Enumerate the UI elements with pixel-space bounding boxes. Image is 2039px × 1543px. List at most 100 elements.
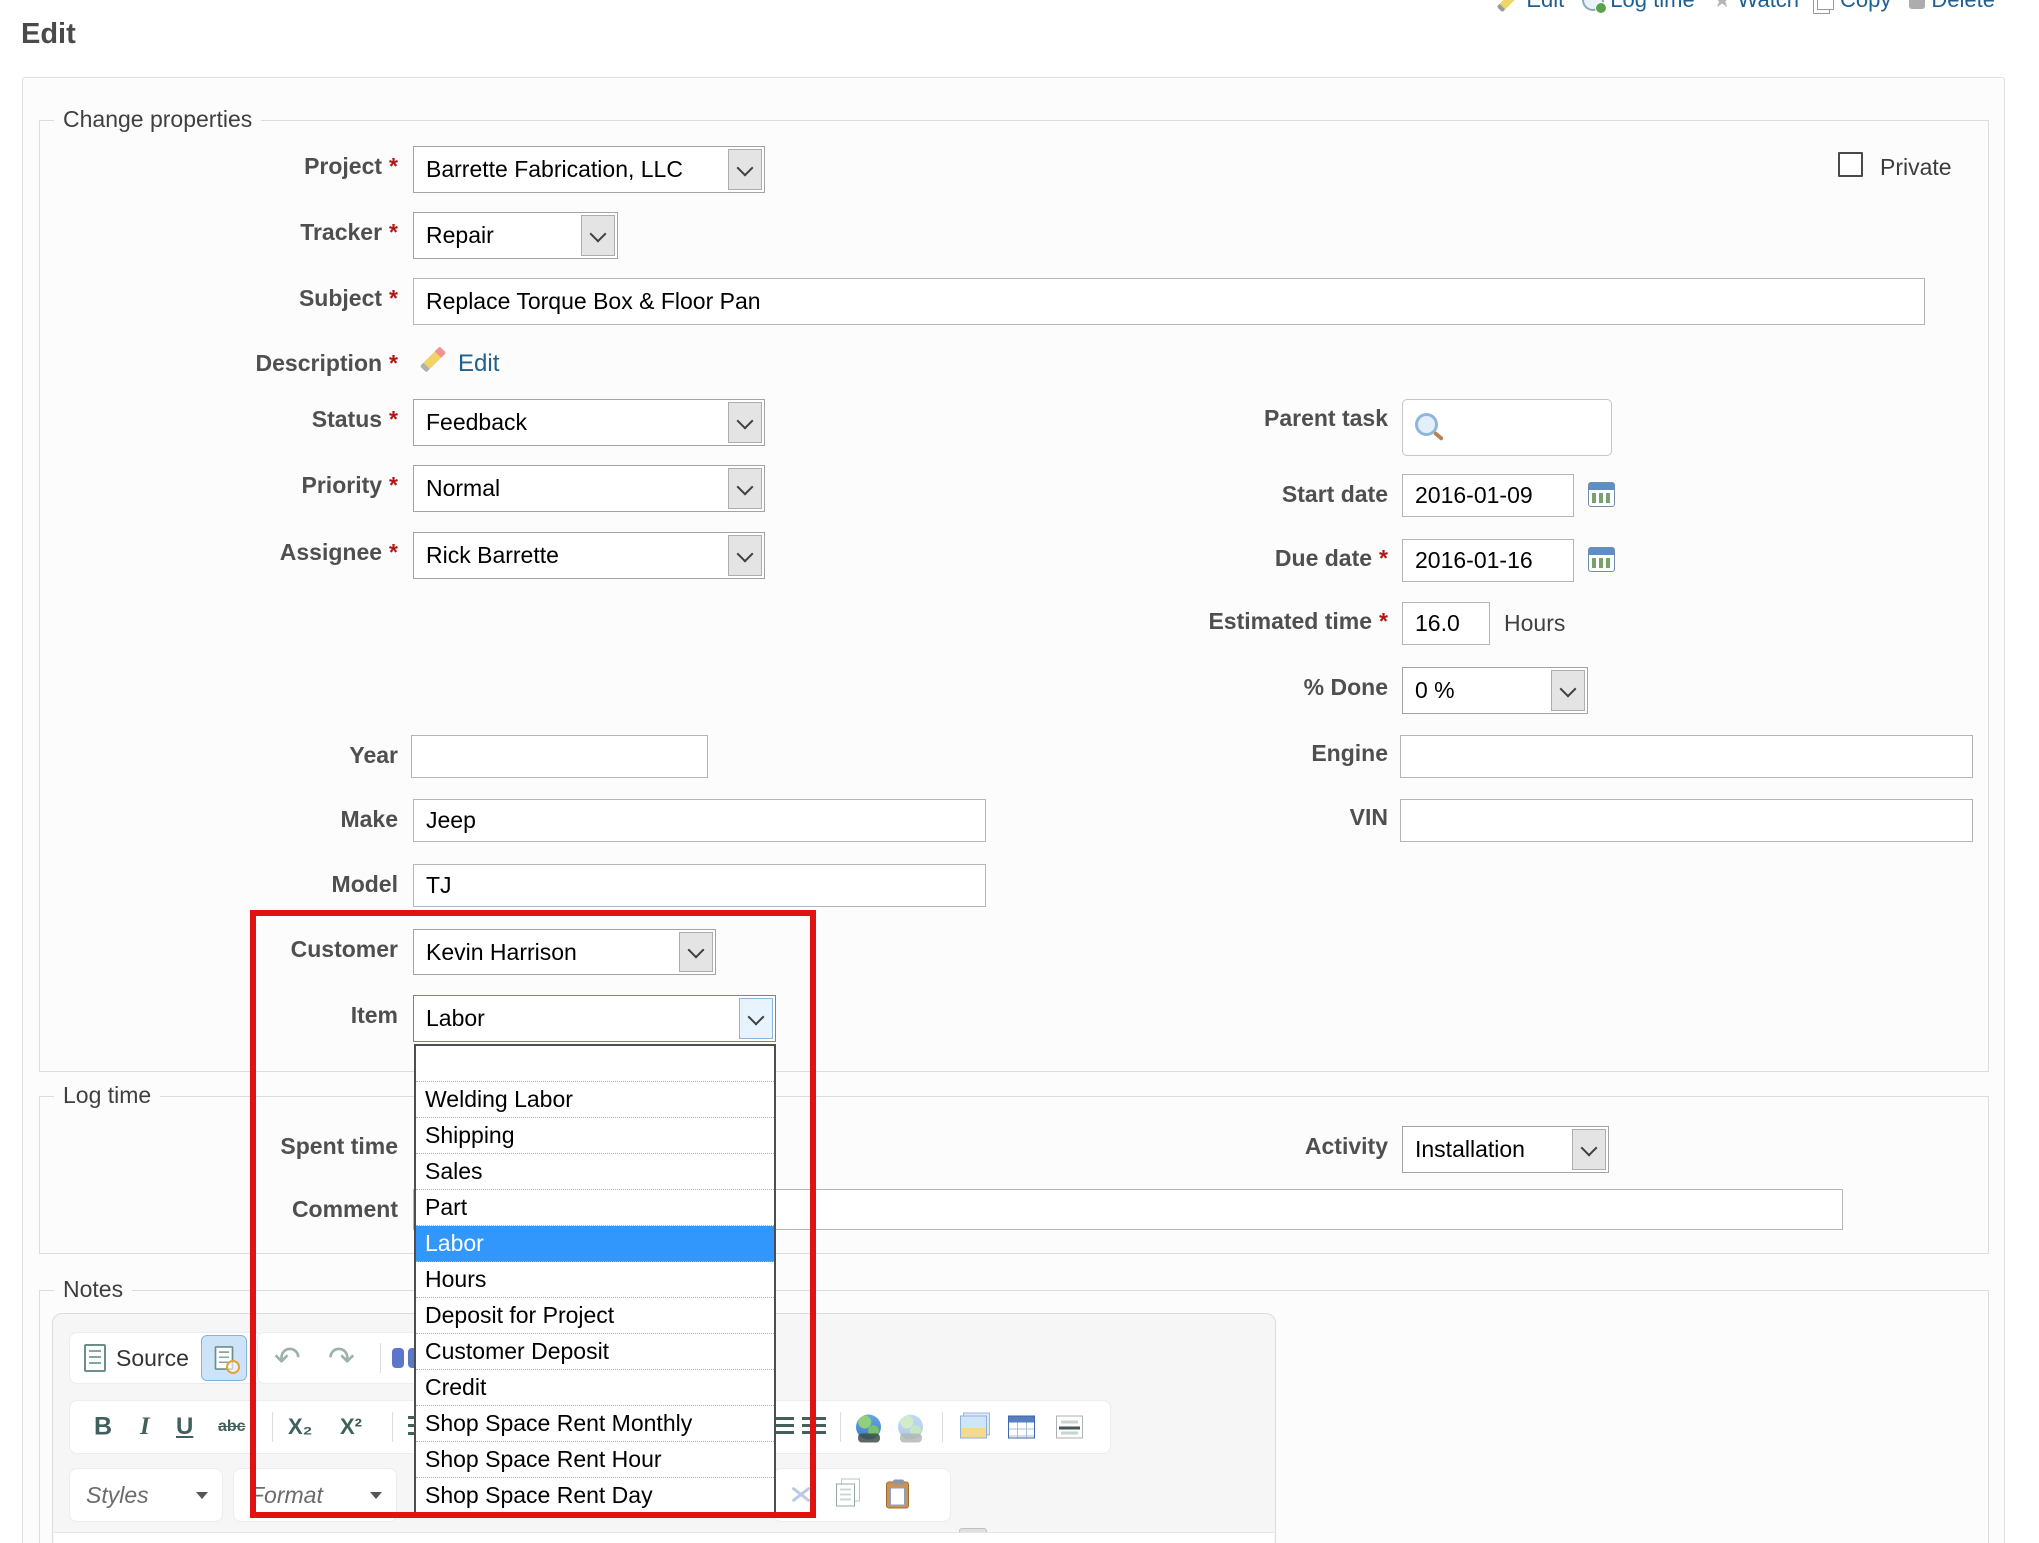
clock-plus-icon	[1582, 0, 1604, 11]
status-select[interactable]: Feedback	[413, 399, 765, 446]
link-icon[interactable]	[856, 1415, 881, 1440]
make-label: Make	[120, 806, 398, 833]
chevron-down-icon	[737, 478, 754, 495]
start-date-label: Start date	[1040, 481, 1388, 508]
paste-icon[interactable]	[886, 1482, 909, 1509]
image-icon[interactable]	[960, 1416, 987, 1439]
priority-select[interactable]: Normal	[413, 465, 765, 512]
make-input[interactable]: Jeep	[413, 799, 986, 842]
estimated-time-input[interactable]: 16.0	[1402, 602, 1490, 645]
parent-task-input[interactable]	[1402, 399, 1612, 456]
assignee-select[interactable]: Rick Barrette	[413, 532, 765, 579]
copy-icon	[1817, 0, 1834, 10]
change-properties-legend: Change properties	[54, 106, 261, 133]
model-label: Model	[120, 871, 398, 898]
delete-action[interactable]: Delete	[1909, 0, 1995, 13]
source-doc-icon	[84, 1344, 106, 1372]
dropdown-option[interactable]: Part	[416, 1190, 774, 1226]
dropdown-option[interactable]: Shop Space Rent Monthly	[416, 1406, 774, 1442]
project-select-arrow[interactable]	[728, 149, 762, 190]
unlink-icon[interactable]	[898, 1415, 923, 1440]
notes-editor-content[interactable]	[54, 1532, 1274, 1543]
status-select-arrow[interactable]	[728, 402, 762, 443]
cut-icon[interactable]	[788, 1482, 814, 1508]
activity-label: Activity	[1040, 1133, 1388, 1160]
tracker-label: Tracker*	[120, 219, 398, 246]
format-combo-label: Format	[250, 1482, 323, 1509]
assignee-select-arrow[interactable]	[728, 535, 762, 576]
chevron-down-icon	[370, 1492, 382, 1499]
project-label: Project*	[120, 153, 398, 180]
dropdown-option[interactable]: Shop Space Rent Day	[416, 1478, 774, 1513]
item-select[interactable]: Labor	[413, 995, 776, 1042]
edit-action[interactable]: Edit	[1496, 0, 1564, 13]
toolbar-divider	[392, 1412, 393, 1442]
activity-select[interactable]: Installation	[1402, 1126, 1609, 1173]
superscript-icon[interactable]	[340, 1414, 362, 1440]
copy-icon[interactable]	[836, 1484, 855, 1507]
chevron-down-icon	[1581, 1139, 1598, 1156]
table-icon[interactable]	[1008, 1416, 1035, 1439]
tracker-select[interactable]: Repair	[413, 212, 618, 259]
log-time-action[interactable]: Log time	[1582, 0, 1694, 13]
start-date-calendar-icon[interactable]	[1588, 482, 1615, 507]
dropdown-option[interactable]: Customer Deposit	[416, 1334, 774, 1370]
private-checkbox[interactable]	[1838, 152, 1863, 177]
dropdown-option-blank[interactable]	[416, 1046, 774, 1082]
estimated-time-label: Estimated time*	[1040, 608, 1388, 635]
subject-input[interactable]: Replace Torque Box & Floor Pan	[413, 278, 1925, 325]
log-time-fieldset: Log time	[39, 1096, 1989, 1254]
dropdown-option[interactable]: Sales	[416, 1154, 774, 1190]
start-date-input[interactable]: 2016-01-09	[1402, 474, 1574, 517]
justify-icon[interactable]	[802, 1417, 826, 1437]
chevron-down-icon	[590, 225, 607, 242]
activity-select-arrow[interactable]	[1572, 1129, 1606, 1170]
dropdown-option-selected[interactable]: Labor	[416, 1226, 774, 1262]
chevron-down-icon	[748, 1008, 765, 1025]
dropdown-option[interactable]: Hours	[416, 1262, 774, 1298]
watch-action-label: Watch	[1738, 0, 1800, 13]
due-date-calendar-icon[interactable]	[1588, 547, 1615, 572]
strikethrough-icon[interactable]	[218, 1418, 246, 1436]
redo-icon[interactable]	[328, 1339, 355, 1377]
priority-select-value: Normal	[426, 475, 500, 502]
subscript-icon[interactable]	[288, 1414, 312, 1440]
year-label: Year	[120, 742, 398, 769]
model-input[interactable]: TJ	[413, 864, 986, 907]
customer-select-arrow[interactable]	[679, 932, 713, 972]
source-button[interactable]: Source	[116, 1345, 189, 1372]
due-date-input[interactable]: 2016-01-16	[1402, 539, 1574, 582]
assignee-label: Assignee*	[120, 539, 398, 566]
tracker-select-arrow[interactable]	[581, 215, 615, 256]
italic-icon[interactable]	[140, 1413, 150, 1441]
format-combo[interactable]: Format	[233, 1468, 397, 1522]
year-input[interactable]	[411, 735, 708, 778]
project-select[interactable]: Barrette Fabrication, LLC	[413, 146, 765, 193]
dropdown-option[interactable]: Deposit for Project	[416, 1298, 774, 1334]
percent-done-select-arrow[interactable]	[1551, 670, 1585, 711]
dropdown-option[interactable]: Credit	[416, 1370, 774, 1406]
underline-icon[interactable]	[176, 1413, 193, 1441]
dropdown-option[interactable]: Shop Space Rent Hour	[416, 1442, 774, 1478]
horizontal-rule-icon[interactable]	[1056, 1416, 1083, 1439]
engine-input[interactable]	[1400, 735, 1973, 778]
preview-button[interactable]	[201, 1335, 247, 1381]
dropdown-option[interactable]: Shipping	[416, 1118, 774, 1154]
chevron-down-icon	[737, 412, 754, 429]
dropdown-option[interactable]: Welding Labor	[416, 1082, 774, 1118]
description-pencil-icon	[418, 344, 448, 374]
styles-combo[interactable]: Styles	[69, 1468, 223, 1522]
copy-action[interactable]: Copy	[1817, 0, 1891, 13]
customer-select[interactable]: Kevin Harrison	[413, 929, 716, 975]
vin-input[interactable]	[1400, 799, 1973, 842]
percent-done-select[interactable]: 0 %	[1402, 667, 1588, 714]
description-edit-link[interactable]: Edit	[458, 350, 499, 378]
notes-legend: Notes	[54, 1276, 132, 1303]
item-select-arrow[interactable]	[739, 998, 773, 1039]
activity-select-value: Installation	[1415, 1136, 1525, 1163]
priority-select-arrow[interactable]	[728, 468, 762, 509]
undo-icon[interactable]	[274, 1339, 301, 1377]
watch-action[interactable]: Watch	[1713, 0, 1799, 13]
bold-icon[interactable]	[94, 1413, 112, 1442]
assignee-select-value: Rick Barrette	[426, 542, 559, 569]
